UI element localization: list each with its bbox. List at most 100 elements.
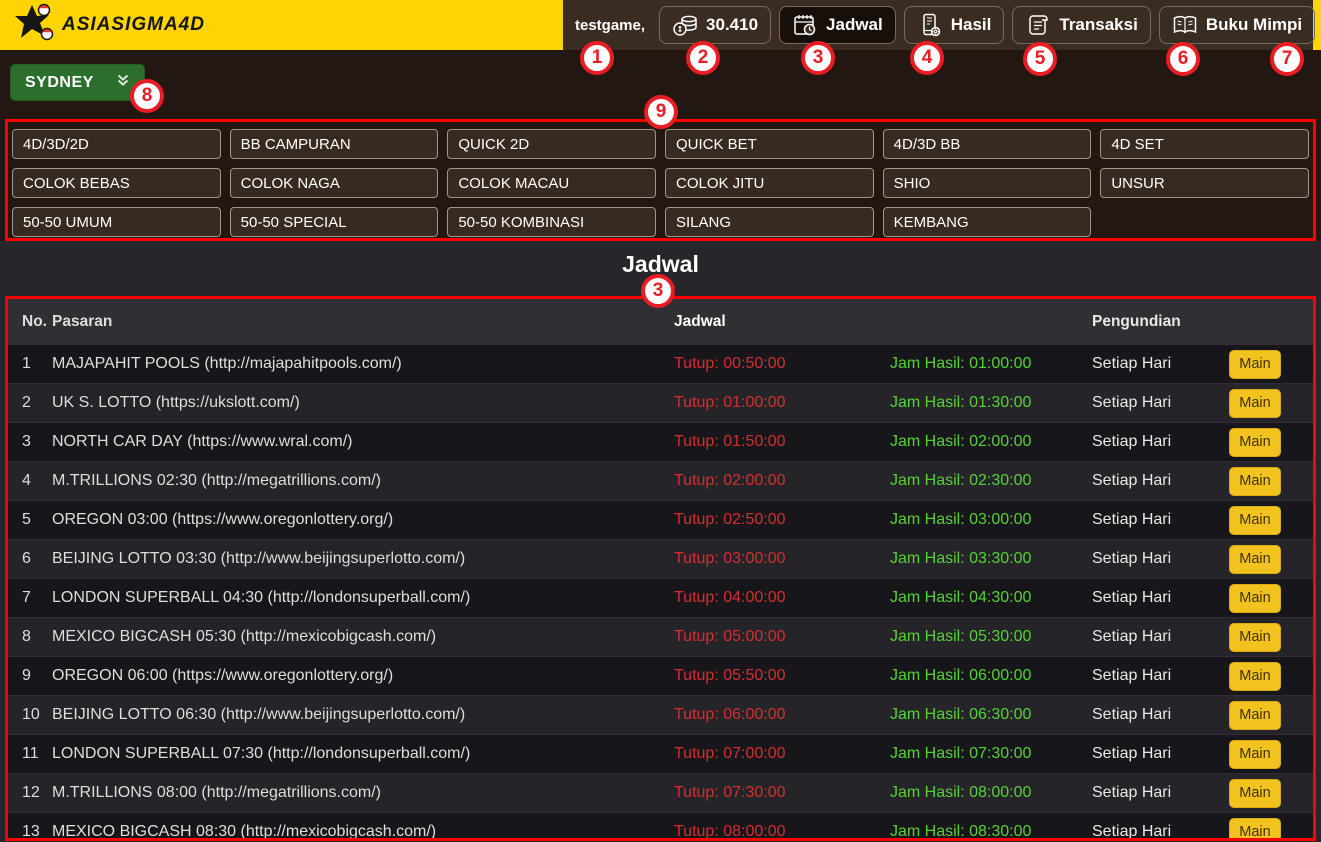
pengundian-value: Setiap Hari <box>1092 628 1229 646</box>
table-row: 8MEXICO BIGCASH 05:30 (http://mexicobigc… <box>8 617 1313 656</box>
scroll-receipt-icon <box>1025 12 1051 38</box>
nav-transaksi-label: Transaksi <box>1059 15 1137 35</box>
jam-hasil-time: Jam Hasil: 08:30:00 <box>890 823 1092 841</box>
bet-type-button[interactable]: 50-50 KOMBINASI <box>447 207 656 237</box>
pasaran-name: MEXICO BIGCASH 08:30 (http://mexicobigca… <box>52 823 674 841</box>
bet-type-button[interactable]: BB CAMPURAN <box>230 129 439 159</box>
table-row: 3NORTH CAR DAY (https://www.wral.com/)Tu… <box>8 422 1313 461</box>
row-number: 9 <box>8 667 52 685</box>
nav-jadwal-button[interactable]: Jadwal <box>779 6 896 44</box>
nav-hasil-button[interactable]: Hasil <box>904 6 1005 44</box>
bet-type-button[interactable]: 4D/3D/2D <box>12 129 221 159</box>
bet-type-button[interactable]: COLOK NAGA <box>230 168 439 198</box>
row-number: 10 <box>8 706 52 724</box>
action-cell: Main <box>1229 467 1313 496</box>
pasaran-name: MAJAPAHIT POOLS (http://majapahitpools.c… <box>52 355 674 373</box>
bet-type-button[interactable]: COLOK MACAU <box>447 168 656 198</box>
bet-type-button[interactable]: QUICK BET <box>665 129 874 159</box>
col-header-pasaran: Pasaran <box>52 313 674 331</box>
table-row: 13MEXICO BIGCASH 08:30 (http://mexicobig… <box>8 812 1313 841</box>
balance-value: 30.410 <box>706 15 758 35</box>
main-button[interactable]: Main <box>1229 467 1281 496</box>
row-number: 13 <box>8 823 52 841</box>
row-number: 12 <box>8 784 52 802</box>
nav-jadwal-label: Jadwal <box>826 15 883 35</box>
pengundian-value: Setiap Hari <box>1092 433 1229 451</box>
bet-type-button[interactable]: 50-50 SPECIAL <box>230 207 439 237</box>
action-cell: Main <box>1229 701 1313 730</box>
tutup-time: Tutup: 04:00:00 <box>674 589 890 607</box>
jam-hasil-time: Jam Hasil: 03:00:00 <box>890 511 1092 529</box>
schedule-section: Jadwal No. Pasaran Jadwal Pengundian 1MA… <box>0 241 1321 842</box>
double-chevron-down-icon <box>116 73 130 92</box>
col-header-no: No. <box>8 313 52 331</box>
tutup-time: Tutup: 01:00:00 <box>674 394 890 412</box>
jam-hasil-time: Jam Hasil: 07:30:00 <box>890 745 1092 763</box>
action-cell: Main <box>1229 428 1313 457</box>
row-number: 6 <box>8 550 52 568</box>
bet-type-button[interactable]: SILANG <box>665 207 874 237</box>
tutup-time: Tutup: 05:50:00 <box>674 667 890 685</box>
main-button[interactable]: Main <box>1229 701 1281 730</box>
tutup-time: Tutup: 01:50:00 <box>674 433 890 451</box>
bet-type-button[interactable]: 4D/3D BB <box>883 129 1092 159</box>
tutup-time: Tutup: 08:00:00 <box>674 823 890 841</box>
action-cell: Main <box>1229 662 1313 691</box>
nav-transaksi-button[interactable]: Transaksi <box>1012 6 1150 44</box>
main-button[interactable]: Main <box>1229 506 1281 535</box>
market-selector-button[interactable]: SYDNEY <box>10 64 145 101</box>
bet-type-button[interactable]: SHIO <box>883 168 1092 198</box>
market-selector-label: SYDNEY <box>25 74 94 92</box>
action-cell: Main <box>1229 740 1313 769</box>
bet-type-button[interactable]: QUICK 2D <box>447 129 656 159</box>
table-row: 5OREGON 03:00 (https://www.oregonlottery… <box>8 500 1313 539</box>
action-cell: Main <box>1229 506 1313 535</box>
pengundian-value: Setiap Hari <box>1092 394 1229 412</box>
annotation-circle: 6 <box>1166 42 1200 76</box>
row-number: 8 <box>8 628 52 646</box>
table-row: 7LONDON SUPERBALL 04:30 (http://londonsu… <box>8 578 1313 617</box>
bet-type-button[interactable]: KEMBANG <box>883 207 1092 237</box>
main-button[interactable]: Main <box>1229 779 1281 808</box>
pasaran-name: OREGON 06:00 (https://www.oregonlottery.… <box>52 667 674 685</box>
main-button[interactable]: Main <box>1229 389 1281 418</box>
account-panel: testgame, 30.410 <box>563 0 1313 50</box>
main-button[interactable]: Main <box>1229 428 1281 457</box>
bet-type-button[interactable]: 50-50 UMUM <box>12 207 221 237</box>
tutup-time: Tutup: 07:30:00 <box>674 784 890 802</box>
username-label: testgame, <box>575 17 645 34</box>
annotation-circle: 5 <box>1023 42 1057 76</box>
main-button[interactable]: Main <box>1229 584 1281 613</box>
jam-hasil-time: Jam Hasil: 01:30:00 <box>890 394 1092 412</box>
balance-button[interactable]: 30.410 <box>659 6 771 44</box>
pengundian-value: Setiap Hari <box>1092 745 1229 763</box>
main-button[interactable]: Main <box>1229 740 1281 769</box>
bet-type-button[interactable]: UNSUR <box>1100 168 1309 198</box>
main-button[interactable]: Main <box>1229 818 1281 842</box>
table-row: 11LONDON SUPERBALL 07:30 (http://londons… <box>8 734 1313 773</box>
main-button[interactable]: Main <box>1229 662 1281 691</box>
table-row: 1MAJAPAHIT POOLS (http://majapahitpools.… <box>8 344 1313 383</box>
col-header-jadwal: Jadwal <box>674 313 890 331</box>
main-button[interactable]: Main <box>1229 623 1281 652</box>
bet-type-button[interactable]: COLOK BEBAS <box>12 168 221 198</box>
pasaran-name: M.TRILLIONS 02:30 (http://megatrillions.… <box>52 472 674 490</box>
row-number: 1 <box>8 355 52 373</box>
nav-hasil-label: Hasil <box>951 15 992 35</box>
nav-buku-mimpi-button[interactable]: Buku Mimpi <box>1159 6 1315 44</box>
main-button[interactable]: Main <box>1229 350 1281 379</box>
jam-hasil-time: Jam Hasil: 02:30:00 <box>890 472 1092 490</box>
row-number: 4 <box>8 472 52 490</box>
jam-hasil-time: Jam Hasil: 06:30:00 <box>890 706 1092 724</box>
top-bar: ASIASIGMA4D testgame, 30.410 <box>0 0 1321 50</box>
annotation-circle: 3 <box>641 274 675 308</box>
open-book-icon <box>1172 12 1198 38</box>
bet-type-button[interactable]: COLOK JITU <box>665 168 874 198</box>
pengundian-value: Setiap Hari <box>1092 355 1229 373</box>
main-button[interactable]: Main <box>1229 545 1281 574</box>
jam-hasil-time: Jam Hasil: 05:30:00 <box>890 628 1092 646</box>
bet-type-button[interactable]: 4D SET <box>1100 129 1309 159</box>
mobile-results-icon <box>917 12 943 38</box>
tutup-time: Tutup: 05:00:00 <box>674 628 890 646</box>
calendar-clock-icon <box>792 12 818 38</box>
